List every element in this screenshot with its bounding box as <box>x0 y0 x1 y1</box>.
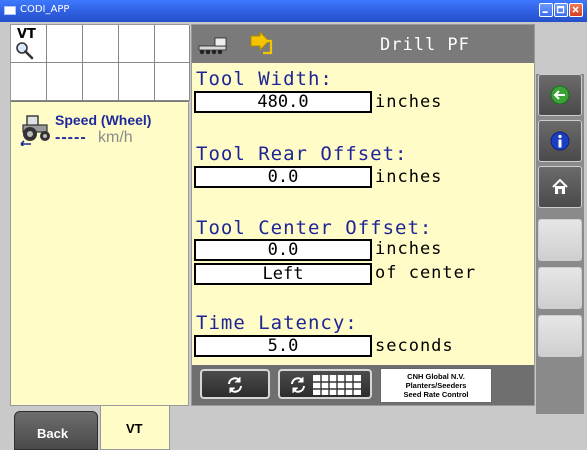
seeder-implement-icon <box>198 37 227 55</box>
speed-label: Speed (Wheel) <box>55 112 152 128</box>
tool-rear-offset-label: Tool Rear Offset: <box>196 143 408 165</box>
softkey-column <box>536 74 584 414</box>
speed-value: ----- <box>55 129 87 146</box>
tool-rear-offset-field[interactable]: 0.0 <box>194 166 372 188</box>
tool-width-field[interactable]: 480.0 <box>194 91 372 113</box>
grid-cell[interactable] <box>47 63 83 101</box>
tractor-icon <box>20 115 50 146</box>
close-button[interactable] <box>569 3 583 17</box>
grid-cell[interactable] <box>119 63 155 101</box>
tool-center-side-unit: of center <box>375 263 477 283</box>
vt-tab-label: VT <box>126 421 143 436</box>
grid-cell[interactable] <box>47 25 83 63</box>
refresh-icon <box>228 377 242 393</box>
tool-rear-offset-unit: inches <box>375 167 443 187</box>
grid-cell[interactable] <box>83 25 119 63</box>
refresh-button[interactable] <box>200 369 270 399</box>
minimize-button[interactable] <box>539 3 553 17</box>
grid-cell[interactable] <box>83 63 119 101</box>
left-panel: VT Speed (Wheel) ----- km/h <box>10 24 190 406</box>
grid-cell[interactable] <box>155 63 190 101</box>
tool-center-offset-unit: inches <box>375 239 443 259</box>
refresh-grid-button[interactable] <box>278 369 372 399</box>
app-icon <box>4 6 16 15</box>
speed-unit: km/h <box>98 129 133 146</box>
drill-name: Drill PF <box>380 35 470 55</box>
tool-width-unit: inches <box>375 92 443 112</box>
home-icon <box>552 178 568 194</box>
tool-center-offset-field[interactable]: 0.0 <box>194 239 372 261</box>
credit-box: CNH Global N.V. Planters/Seeders Seed Ra… <box>380 368 492 403</box>
back-tab-label: Back <box>37 426 69 441</box>
tool-width-label: Tool Width: <box>196 68 333 90</box>
grid-cell[interactable] <box>155 25 190 63</box>
grid-icon <box>313 375 361 395</box>
grid-vt-label: VT <box>17 27 36 42</box>
green-return-icon <box>550 85 570 105</box>
grid-cell[interactable] <box>11 63 47 101</box>
time-latency-field[interactable]: 5.0 <box>194 335 372 357</box>
credit-line-3: Seed Rate Control <box>403 390 469 399</box>
window-title: CODI_APP <box>20 4 70 15</box>
speed-readout: Speed (Wheel) ----- km/h <box>11 101 188 182</box>
time-latency-unit: seconds <box>375 336 454 356</box>
return-button[interactable] <box>538 74 582 116</box>
arrow-into-icon <box>250 31 273 55</box>
bottom-strip: CNH Global N.V. Planters/Seeders Seed Ra… <box>192 365 534 405</box>
main-panel: Drill PF Tool Width: 480.0 inches Tool R… <box>191 24 535 406</box>
magnifier-icon[interactable] <box>15 41 35 61</box>
minimize-icon <box>542 11 548 13</box>
refresh-icon <box>291 377 305 393</box>
empty-softkey[interactable] <box>538 315 582 357</box>
info-button[interactable] <box>538 120 582 162</box>
maximize-button[interactable] <box>554 3 568 17</box>
home-button[interactable] <box>538 166 582 208</box>
info-icon <box>550 131 570 151</box>
tool-center-offset-label: Tool Center Offset: <box>196 217 433 239</box>
tool-center-side-field[interactable]: Left <box>194 263 372 285</box>
vt-grid: VT <box>11 25 190 101</box>
vt-tab[interactable]: VT <box>100 406 170 450</box>
back-tab[interactable]: Back <box>14 411 98 450</box>
empty-softkey[interactable] <box>538 267 582 309</box>
time-latency-label: Time Latency: <box>196 312 358 334</box>
title-bar: CODI_APP <box>0 0 587 22</box>
credit-line-2: Planters/Seeders <box>405 381 467 390</box>
header-strip: Drill PF <box>192 25 534 63</box>
empty-softkey[interactable] <box>538 219 582 261</box>
close-icon <box>572 6 579 13</box>
maximize-icon <box>556 5 565 14</box>
credit-line-1: CNH Global N.V. <box>407 372 465 381</box>
grid-cell[interactable] <box>119 25 155 63</box>
